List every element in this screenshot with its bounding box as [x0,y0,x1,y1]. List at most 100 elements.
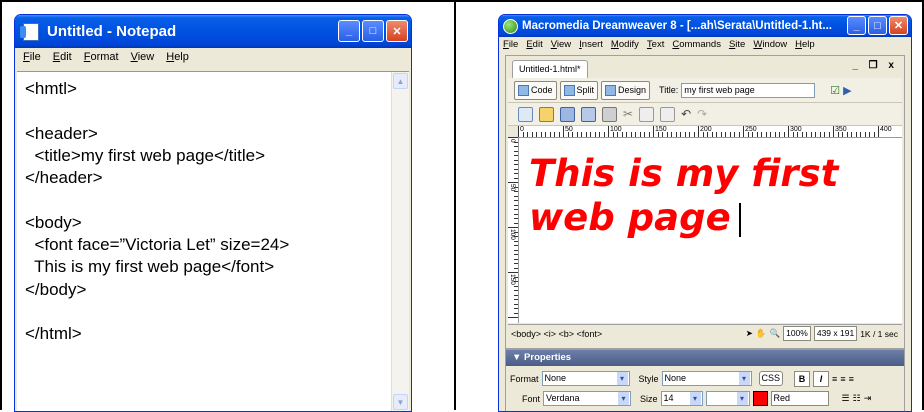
menu-help[interactable]: Help [166,51,189,67]
ruler-tick [698,126,699,137]
size-select[interactable]: 14 [660,391,703,406]
zoom-select[interactable]: 100% [783,326,811,341]
menu-help[interactable]: Help [795,39,815,52]
ruler-tick [770,132,771,137]
menu-file[interactable]: File [23,51,41,67]
menu-edit[interactable]: Edit [526,39,542,52]
menu-view[interactable]: View [551,39,571,52]
cut-icon[interactable]: ✂ [623,107,633,121]
ruler-label: 250 [745,126,757,133]
tag-selector[interactable]: <body> <i> <b> <font> [511,329,602,339]
ruler-tick [514,312,518,314]
ruler-tick [873,132,875,137]
code-view-button[interactable]: Code [514,80,557,100]
pointer-tool-icon[interactable]: ➤ [746,328,753,339]
notepad-titlebar[interactable]: Untitled - Notepad _ □ ✕ [15,15,411,48]
hand-tool-icon[interactable]: ✋ [756,328,767,339]
ruler-tick [514,267,518,269]
ruler-tick [508,137,518,138]
split-view-button[interactable]: Split [559,80,599,100]
ruler-tick [684,132,686,137]
design-view-button[interactable]: Design [601,80,651,100]
notepad-text-area[interactable]: <hmtl> <header> <title>my first web page… [17,71,409,411]
ruler-tick [810,132,812,137]
italic-button[interactable]: I [813,370,830,387]
font-select[interactable]: Verdana [543,391,632,406]
vertical-scrollbar[interactable]: ▲ ▼ [391,72,409,411]
ruler-tick [514,254,518,255]
menu-edit[interactable]: Edit [53,51,72,67]
ruler-tick [639,132,641,137]
ruler-tick [716,132,717,137]
ruler-tick [738,132,740,137]
window-size-select[interactable]: 439 x 191 [813,326,858,341]
align-center-icon[interactable]: ≡ [840,374,845,384]
ordered-list-icon[interactable]: ☷ [853,393,861,404]
style-select[interactable]: None [661,371,752,386]
menu-window[interactable]: Window [753,39,787,52]
ruler-tick [725,132,726,137]
unordered-list-icon[interactable]: ☰ [842,393,850,404]
bold-button[interactable]: B [794,370,811,387]
menu-modify[interactable]: Modify [611,39,639,52]
page-title-input[interactable]: my first web page [681,82,816,98]
menu-site[interactable]: Site [729,39,745,52]
open-file-icon[interactable] [539,106,554,122]
scroll-up-icon[interactable]: ▲ [393,73,408,89]
ruler-tick [626,132,627,137]
align-left-icon[interactable]: ≡ [832,374,837,384]
copy-icon[interactable] [639,106,655,122]
maximize-button[interactable]: □ [362,20,384,42]
ruler-tick [536,132,537,137]
scroll-down-icon[interactable]: ▼ [393,394,408,410]
undo-icon[interactable]: ↶ [681,107,691,121]
dreamweaver-titlebar[interactable]: Macromedia Dreamweaver 8 - [...ah\Serata… [499,15,911,37]
menu-commands[interactable]: Commands [672,39,721,52]
ruler-tick [729,132,731,137]
minimize-button[interactable]: _ [338,20,360,42]
ruler-tick [514,204,518,206]
ruler-tick [508,227,518,228]
document-window-controls[interactable]: _ ❐ x [852,60,898,71]
frame-top-border [0,0,924,2]
ruler-tick [545,132,546,137]
menu-format[interactable]: Format [84,51,119,67]
menu-insert[interactable]: Insert [579,39,603,52]
minimize-button[interactable]: _ [847,16,866,35]
close-button[interactable]: ✕ [889,16,908,35]
menu-text[interactable]: Text [647,39,664,52]
text-color-input[interactable]: Red [770,391,829,406]
redo-icon[interactable]: ↷ [697,107,707,121]
preview-icon[interactable]: ▶ [843,84,851,97]
text-color-swatch[interactable] [752,391,768,406]
close-button[interactable]: ✕ [386,20,408,42]
css-button[interactable]: CSS [758,371,784,386]
indent-icon[interactable]: ⇥ [864,393,872,404]
zoom-tool-icon[interactable]: 🔍 [770,328,781,339]
ruler-tick [554,132,555,137]
new-file-icon[interactable] [518,106,533,122]
format-select[interactable]: None [541,371,630,386]
properties-header[interactable]: ▼ Properties [506,350,904,366]
ruler-tick [599,132,600,137]
paste-icon[interactable] [660,106,676,122]
print-icon[interactable] [602,106,617,122]
save-icon[interactable] [560,106,575,122]
menu-view[interactable]: View [131,51,155,67]
design-canvas[interactable]: This is my first web page [519,138,902,323]
maximize-button[interactable]: □ [868,16,887,35]
ruler-tick [514,177,518,179]
ruler-tick [675,132,677,137]
ruler-tick [878,126,879,137]
align-right-icon[interactable]: ≡ [849,374,854,384]
canvas-text[interactable]: This is my first web page [529,152,869,240]
ruler-tick [514,308,518,309]
menu-file[interactable]: File [503,39,518,52]
validate-icon[interactable]: ☑ [830,84,840,97]
ruler-tick [765,132,767,137]
save-all-icon[interactable] [581,106,596,122]
notepad-content[interactable]: <hmtl> <header> <title>my first web page… [25,78,289,346]
size-unit-select[interactable] [705,391,750,406]
dreamweaver-window: Macromedia Dreamweaver 8 - [...ah\Serata… [498,14,912,412]
document-tab[interactable]: Untitled-1.html* [512,60,588,78]
